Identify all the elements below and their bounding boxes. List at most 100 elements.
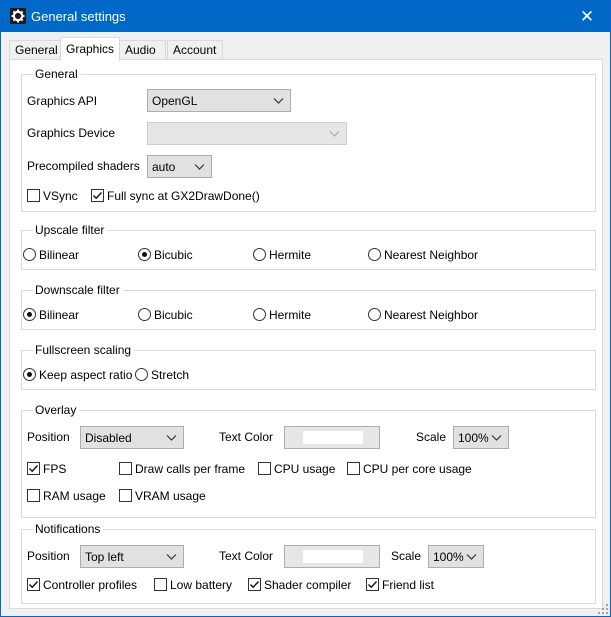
checkbox-box [119,489,132,502]
checkbox-label: Controller profiles [43,578,138,592]
graphics-api-label: Graphics API [27,94,98,108]
full-sync-label: Full sync at GX2DrawDone() [107,189,260,203]
checkbox-label: FPS [43,462,67,476]
radio-circle [138,248,151,261]
notifications-scale-select[interactable]: 100% [428,545,484,568]
chevron-down-icon [329,131,340,137]
notifications-position-label: Position [27,549,70,563]
radio-label: Bicubic [154,308,193,322]
chevron-down-icon [491,435,502,441]
radio-circle [138,308,151,321]
checkbox-label: Friend list [382,578,435,592]
checkbox-label: Low battery [170,578,233,592]
notifications-color-swatch [303,550,363,563]
radio-circle [368,248,381,261]
vsync-label: VSync [43,189,78,203]
chevron-down-icon [194,164,205,170]
notifications-text-color-button[interactable] [284,545,380,568]
checkbox-box [119,462,132,475]
chevron-down-icon [166,554,177,560]
settings-window: General settings ✕ General Graphics Audi… [0,0,611,617]
radio-circle [23,368,36,381]
graphics-panel: General Graphics API OpenGL Graphics Dev… [9,59,603,609]
radio-circle [135,368,148,381]
radio-circle [368,308,381,321]
check-mark-icon [29,581,39,589]
notifications-group: Notifications Position Top left Text Col… [21,522,596,604]
fullscreen-scaling-title: Fullscreen scaling [33,343,135,357]
checkbox-box [258,462,271,475]
checkbox-box [27,189,40,202]
overlay-text-color-button[interactable] [284,426,380,449]
overlay-position-value: Disabled [85,431,132,445]
tab-graphics[interactable]: Graphics [60,37,120,61]
close-icon: ✕ [579,7,595,26]
title-bar[interactable]: General settings ✕ [1,1,610,32]
checkbox-label: RAM usage [43,489,106,503]
radio-label: Hermite [269,248,312,262]
precompiled-shaders-label: Precompiled shaders [27,159,140,173]
general-group: General Graphics API OpenGL Graphics Dev… [21,67,596,212]
chevron-down-icon [466,554,477,560]
downscale-filter-group: Downscale filter Bilinear Bicubic Hermit… [21,283,596,330]
checkbox-label: Draw calls per frame [135,462,246,476]
graphics-api-select[interactable]: OpenGL [147,89,291,112]
radio-dot [27,312,32,317]
checkbox-box [366,578,379,591]
overlay-text-color-label: Text Color [219,430,274,444]
close-button[interactable]: ✕ [564,1,610,32]
radio-dot [142,252,147,257]
downscale-filter-title: Downscale filter [33,283,123,297]
overlay-title: Overlay [33,403,80,417]
overlay-position-label: Position [27,430,70,444]
check-mark-icon [93,192,103,200]
radio-label: Hermite [269,308,312,322]
checkbox-box [27,462,40,475]
graphics-device-label: Graphics Device [27,126,116,140]
chevron-down-icon [166,435,177,441]
radio-label: Stretch [151,368,190,382]
precompiled-shaders-value: auto [152,160,176,174]
checkbox-label: CPU usage [274,462,336,476]
general-group-title: General [33,67,81,81]
graphics-api-value: OpenGL [152,94,198,108]
notifications-scale-value: 100% [433,550,464,564]
notifications-text-color-label: Text Color [219,549,274,563]
overlay-color-swatch [303,431,363,444]
checkbox-label: CPU per core usage [363,462,472,476]
resize-grip-icon[interactable] [598,604,608,614]
radio-circle [23,248,36,261]
checkbox-box [27,489,40,502]
overlay-scale-select[interactable]: 100% [453,426,509,449]
radio-circle [253,248,266,261]
tab-general[interactable]: General [9,40,61,60]
checkbox-box [154,578,167,591]
radio-dot [27,372,32,377]
radio-label: Bicubic [154,248,193,262]
window-title: General settings [31,9,126,24]
tab-account[interactable]: Account [167,40,223,60]
precompiled-shaders-select[interactable]: auto [147,155,212,178]
checkbox-label: VRAM usage [135,489,206,503]
fullscreen-scaling-group: Fullscreen scaling Keep aspect ratio Str… [21,343,596,390]
notifications-title: Notifications [33,522,104,536]
notifications-position-select[interactable]: Top left [80,545,184,568]
checkbox-box [347,462,360,475]
overlay-group: Overlay Position Disabled Text Color Sca… [21,403,596,518]
tab-audio[interactable]: Audio [119,40,166,60]
checkbox-box [91,189,104,202]
check-mark-icon [250,581,260,589]
checkbox-box [27,578,40,591]
overlay-position-select[interactable]: Disabled [80,426,184,449]
graphics-device-select[interactable] [147,122,347,145]
radio-label: Nearest Neighbor [384,248,479,262]
check-mark-icon [29,465,39,473]
notifications-scale-label: Scale [391,549,422,563]
overlay-scale-value: 100% [458,431,489,445]
radio-label: Bilinear [39,308,80,322]
radio-label: Bilinear [39,248,80,262]
radio-label: Keep aspect ratio [39,368,133,382]
radio-circle [23,308,36,321]
check-mark-icon [368,581,378,589]
upscale-filter-title: Upscale filter [33,223,108,237]
